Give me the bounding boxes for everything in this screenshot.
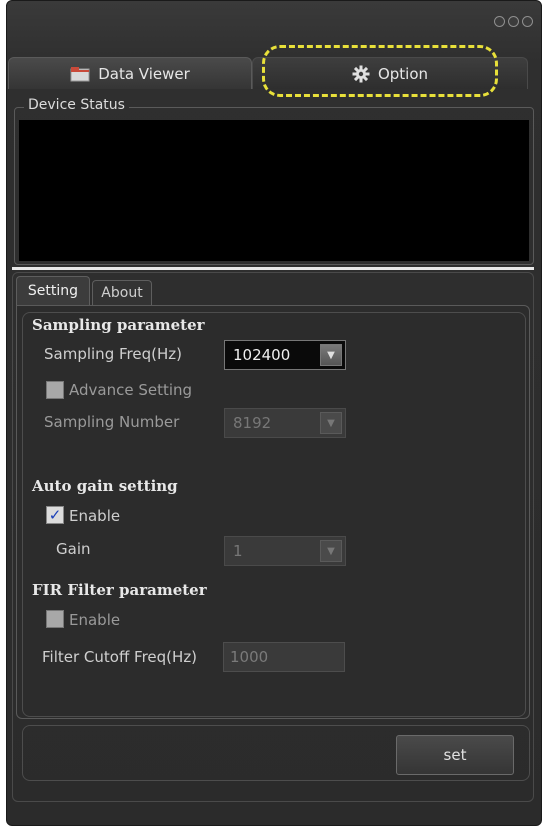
filter-cutoff-input: 1000 [223, 642, 345, 672]
fir-enable-checkbox[interactable] [46, 610, 64, 628]
sampling-number-select: 8192 ▼ [224, 408, 346, 438]
chevron-down-icon: ▼ [320, 540, 342, 562]
tab-option[interactable]: Option [252, 57, 528, 89]
advance-setting-checkbox[interactable] [46, 381, 64, 399]
gear-icon [352, 65, 370, 82]
sampling-number-value: 8192 [233, 414, 272, 432]
auto-gain-enable-label: Enable [69, 507, 121, 525]
filter-cutoff-label: Filter Cutoff Freq(Hz) [42, 648, 198, 666]
window-controls [494, 16, 533, 27]
folder-icon [70, 66, 90, 81]
device-status-display [19, 120, 529, 261]
sampling-freq-label: Sampling Freq(Hz) [44, 345, 182, 363]
fir-filter-title: FIR Filter parameter [32, 581, 207, 599]
chevron-down-icon[interactable]: ▼ [320, 344, 342, 366]
close-icon[interactable] [522, 16, 533, 27]
device-status-title: Device Status [24, 97, 129, 113]
auto-gain-enable-checkbox[interactable]: ✓ [46, 506, 64, 524]
sampling-parameter-title: Sampling parameter [32, 316, 205, 334]
splitter[interactable] [12, 267, 534, 270]
maximize-icon[interactable] [508, 16, 519, 27]
minimize-icon[interactable] [494, 16, 505, 27]
fir-enable-label: Enable [69, 611, 121, 629]
tab-data-viewer-label: Data Viewer [98, 64, 190, 83]
gain-value: 1 [233, 542, 243, 560]
tab-setting[interactable]: Setting [16, 276, 90, 305]
sampling-freq-select[interactable]: 102400 ▼ [224, 340, 346, 370]
advance-setting-label: Advance Setting [69, 381, 193, 399]
set-button[interactable]: set [396, 735, 514, 775]
tab-about[interactable]: About [92, 280, 152, 305]
sampling-number-label: Sampling Number [44, 413, 180, 431]
sampling-freq-value: 102400 [233, 346, 291, 364]
tab-data-viewer[interactable]: Data Viewer [8, 57, 252, 89]
title-bar [7, 1, 541, 49]
auto-gain-title: Auto gain setting [32, 477, 178, 495]
check-icon: ✓ [48, 505, 62, 524]
tab-option-label: Option [377, 64, 429, 83]
gain-label: Gain [56, 540, 91, 558]
chevron-down-icon: ▼ [320, 412, 342, 434]
gain-select: 1 ▼ [224, 536, 346, 566]
